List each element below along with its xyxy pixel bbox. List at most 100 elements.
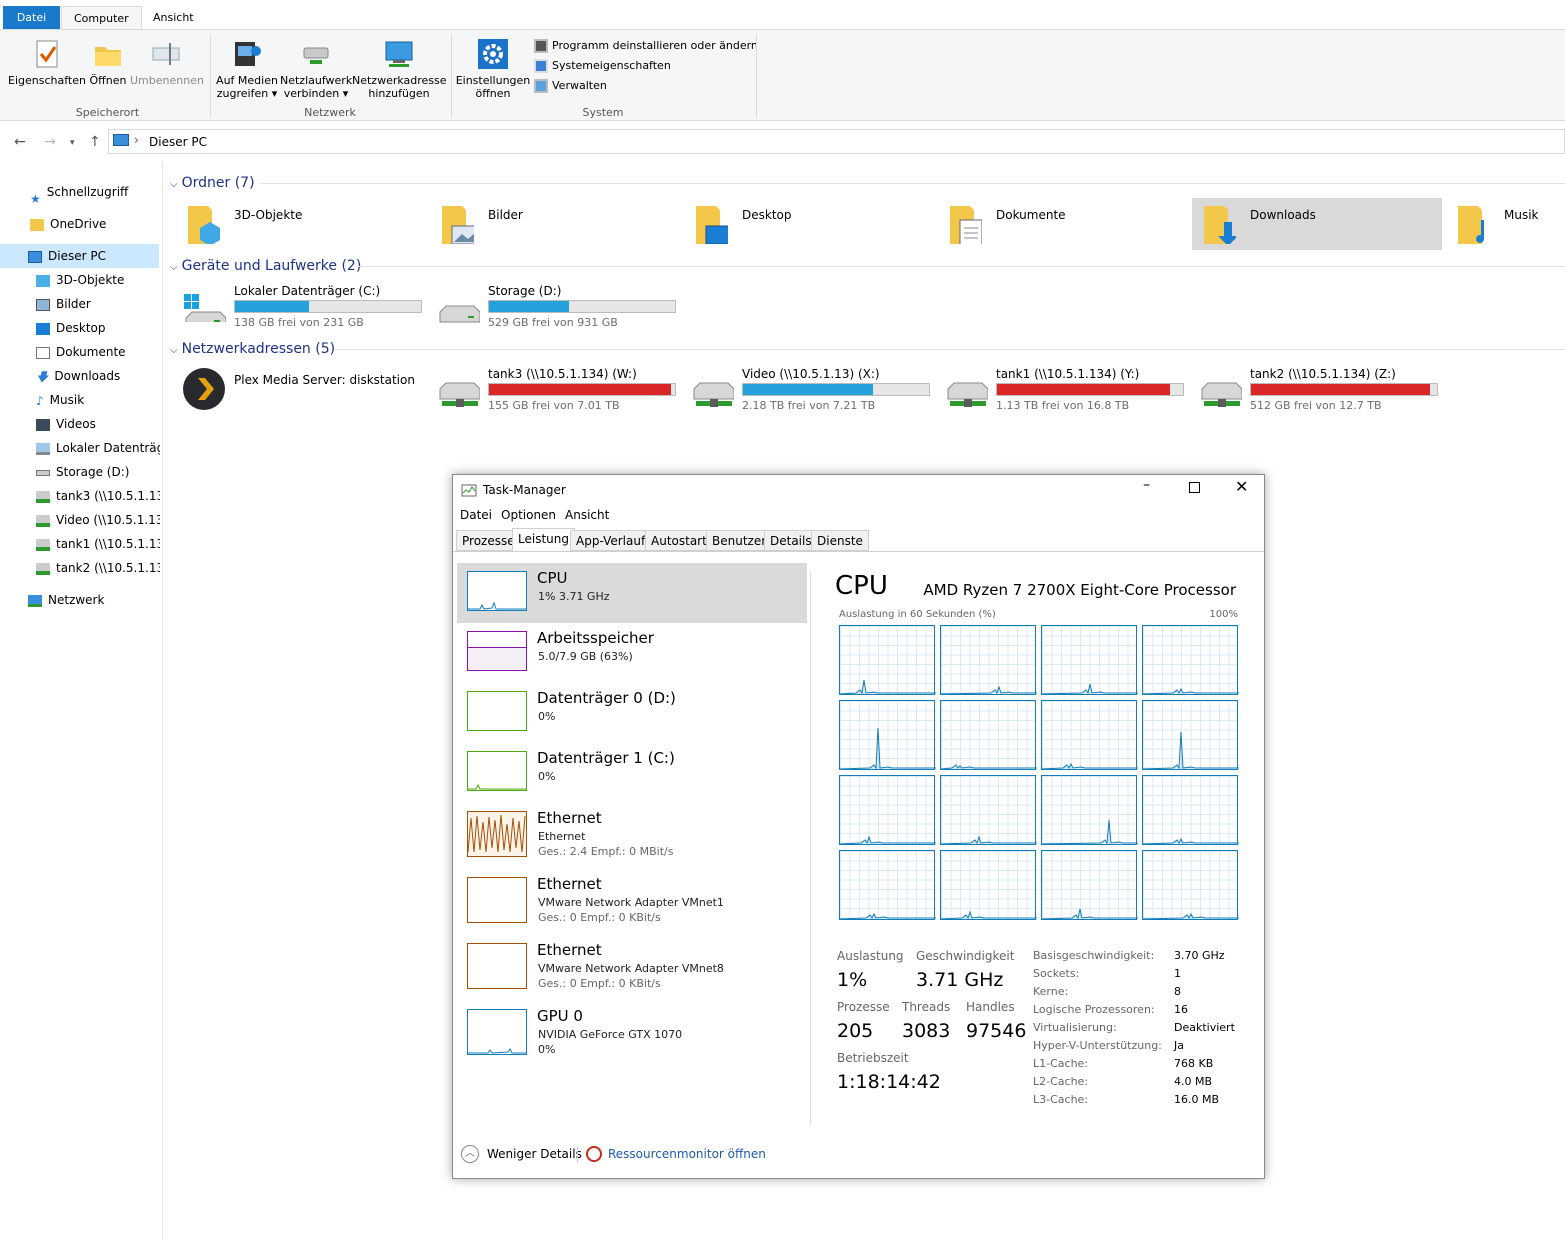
net-drive-tank2[interactable]: tank2 (\\10.5.1.134) (Z:) 512 GB frei vo… — [1192, 363, 1442, 415]
spec-label: L1-Cache: — [1033, 1057, 1089, 1070]
add-network-location-button[interactable]: Netzwerkadresse hinzufügen — [352, 38, 447, 100]
logical-processor-graph — [839, 625, 936, 695]
spec-value: 16.0 MB — [1174, 1093, 1220, 1106]
folder-3d-objects[interactable]: 3D-Objekte — [176, 198, 426, 250]
spec-label: Logische Prozessoren: — [1033, 1003, 1155, 1016]
spec-value: 3.70 GHz — [1174, 949, 1225, 962]
nav-pictures[interactable]: Bilder — [0, 292, 160, 316]
nav-videos[interactable]: Videos — [0, 412, 160, 436]
up-arrow-icon[interactable]: ↑ — [89, 134, 101, 150]
section-network-locations[interactable]: ⌵ Netzwerkadressen (5) — [170, 339, 335, 359]
open-resource-monitor-link[interactable]: Ressourcenmonitor öffnen — [586, 1144, 766, 1164]
folder-pictures[interactable]: Bilder — [430, 198, 680, 250]
perf-item-gpu[interactable]: GPU 0 NVIDIA GeForce GTX 1070 0% — [457, 1001, 807, 1067]
chevron-down-icon: ⌵ — [170, 345, 178, 356]
tab-performance[interactable]: Leistung — [512, 528, 575, 552]
perf-item-vmnet1[interactable]: Ethernet VMware Network Adapter VMnet1 G… — [457, 869, 807, 935]
nav-tank3[interactable]: tank3 (\\10.5.1.134) — [0, 484, 160, 508]
tab-app-history[interactable]: App-Verlauf — [570, 530, 652, 551]
uninstall-program-button[interactable]: Programm deinstallieren oder ändern — [534, 36, 758, 56]
nav-quick-access[interactable]: ★ Schnellzugriff — [0, 180, 160, 204]
menu-options[interactable]: Optionen — [501, 508, 556, 522]
this-pc-icon — [113, 134, 129, 146]
spec-label: Basisgeschwindigkeit: — [1033, 949, 1155, 962]
drive-d[interactable]: Storage (D:) 529 GB frei von 931 GB — [430, 280, 680, 332]
media-icon — [231, 38, 263, 70]
perf-item-vmnet8[interactable]: Ethernet VMware Network Adapter VMnet8 G… — [457, 935, 807, 1001]
tab-processes[interactable]: Prozesse — [456, 530, 521, 551]
fewer-details-button[interactable]: ︿ Weniger Details — [461, 1144, 582, 1164]
media-access-button[interactable]: Auf Medien zugreifen ▾ — [214, 38, 280, 100]
ribbon: Eigenschaften Öffnen Umbenennen Speicher… — [0, 29, 1565, 121]
network-drive-icon — [693, 382, 734, 407]
open-settings-button[interactable]: Einstellungen öffnen — [455, 38, 531, 100]
tab-file[interactable]: Datei — [3, 6, 60, 30]
network-drive-icon — [36, 562, 50, 575]
tab-computer[interactable]: Computer — [61, 6, 142, 30]
tab-users[interactable]: Benutzer — [706, 530, 773, 551]
nav-tank2[interactable]: tank2 (\\10.5.1.134) — [0, 556, 160, 580]
folder-downloads[interactable]: Downloads — [1192, 198, 1442, 250]
nav-music[interactable]: ♪ Musik — [0, 388, 160, 412]
tab-services[interactable]: Dienste — [811, 530, 869, 551]
disk1-thumbnail — [467, 751, 527, 791]
back-arrow-icon[interactable]: ← — [14, 134, 26, 150]
tab-details[interactable]: Details — [764, 530, 818, 551]
forward-arrow-icon[interactable]: → — [44, 134, 56, 150]
net-drive-tank1[interactable]: tank1 (\\10.5.1.134) (Y:) 1.13 TB frei v… — [938, 363, 1188, 415]
net-drive-video[interactable]: Video (\\10.5.1.13) (X:) 2.18 TB frei vo… — [684, 363, 934, 415]
logical-processor-graph — [1041, 775, 1138, 845]
graph-max: 100% — [1209, 609, 1238, 620]
section-folders[interactable]: ⌵ Ordner (7) — [170, 173, 255, 193]
nav-local-disk[interactable]: Lokaler Datenträger — [0, 436, 160, 460]
graph-label: Auslastung in 60 Sekunden (%) — [839, 609, 996, 620]
open-button[interactable]: Öffnen — [86, 38, 130, 87]
nav-documents[interactable]: Dokumente — [0, 340, 160, 364]
tab-underline — [453, 551, 1264, 552]
close-icon[interactable]: ✕ — [1235, 477, 1248, 496]
rename-button[interactable]: Umbenennen — [130, 38, 204, 87]
monitor-icon — [28, 250, 42, 263]
nav-tank1[interactable]: tank1 (\\10.5.1.134) — [0, 532, 160, 556]
perf-item-cpu[interactable]: CPU 1% 3.71 GHz — [457, 563, 807, 623]
nav-desktop[interactable]: Desktop — [0, 316, 160, 340]
nav-onedrive[interactable]: OneDrive — [0, 212, 160, 236]
perf-item-memory[interactable]: Arbeitsspeicher 5.0/7.9 GB (63%) — [457, 623, 807, 683]
recent-chevron-icon[interactable]: ▾ — [70, 138, 75, 148]
manage-button[interactable]: Verwalten — [534, 76, 758, 96]
tank2-usage-bar — [1250, 383, 1438, 396]
folder-music[interactable]: Musik — [1446, 198, 1565, 250]
address-bar[interactable]: › Dieser PC — [108, 129, 1565, 154]
plex-media-server[interactable]: Plex Media Server: diskstation — [176, 363, 426, 415]
tab-startup[interactable]: Autostart — [645, 530, 713, 551]
download-arrow-icon: 🡇 — [36, 369, 49, 384]
minimize-icon[interactable]: – — [1143, 477, 1150, 493]
pictures-folder-icon — [442, 206, 474, 244]
perf-item-ethernet[interactable]: Ethernet Ethernet Ges.: 2.4 Empf.: 0 MBi… — [457, 803, 807, 869]
map-drive-button[interactable]: Netzlaufwerk verbinden ▾ — [280, 38, 352, 100]
net-drive-tank3[interactable]: tank3 (\\10.5.1.134) (W:) 155 GB frei vo… — [430, 363, 680, 415]
ribbon-tabbar: Datei Computer Ansicht — [0, 0, 1565, 30]
menu-view[interactable]: Ansicht — [565, 508, 609, 522]
properties-button[interactable]: Eigenschaften — [8, 38, 86, 87]
perf-item-disk0[interactable]: Datenträger 0 (D:) 0% — [457, 683, 807, 743]
nav-network[interactable]: Netzwerk — [0, 588, 160, 612]
task-manager-icon — [461, 484, 477, 497]
drive-c[interactable]: Lokaler Datenträger (C:) 138 GB frei von… — [176, 280, 426, 332]
folder-documents[interactable]: Dokumente — [938, 198, 1188, 250]
handles-label: Handles — [966, 1000, 1015, 1014]
nav-3d-objects[interactable]: 3D-Objekte — [0, 268, 160, 292]
nav-storage[interactable]: Storage (D:) — [0, 460, 160, 484]
system-properties-button[interactable]: Systemeigenschaften — [534, 56, 758, 76]
uninstall-icon — [534, 39, 548, 53]
tab-view[interactable]: Ansicht — [141, 6, 206, 30]
nav-downloads[interactable]: 🡇 Downloads — [0, 364, 160, 388]
menu-file[interactable]: Datei — [460, 508, 492, 522]
perf-item-disk1[interactable]: Datenträger 1 (C:) 0% — [457, 743, 807, 803]
maximize-icon[interactable] — [1189, 482, 1200, 493]
nav-this-pc[interactable]: Dieser PC — [0, 244, 159, 268]
nav-video[interactable]: Video (\\10.5.1.13) ( — [0, 508, 160, 532]
folder-desktop[interactable]: Desktop — [684, 198, 934, 250]
section-drives[interactable]: ⌵ Geräte und Laufwerke (2) — [170, 256, 361, 276]
star-icon: ★ — [30, 191, 41, 205]
